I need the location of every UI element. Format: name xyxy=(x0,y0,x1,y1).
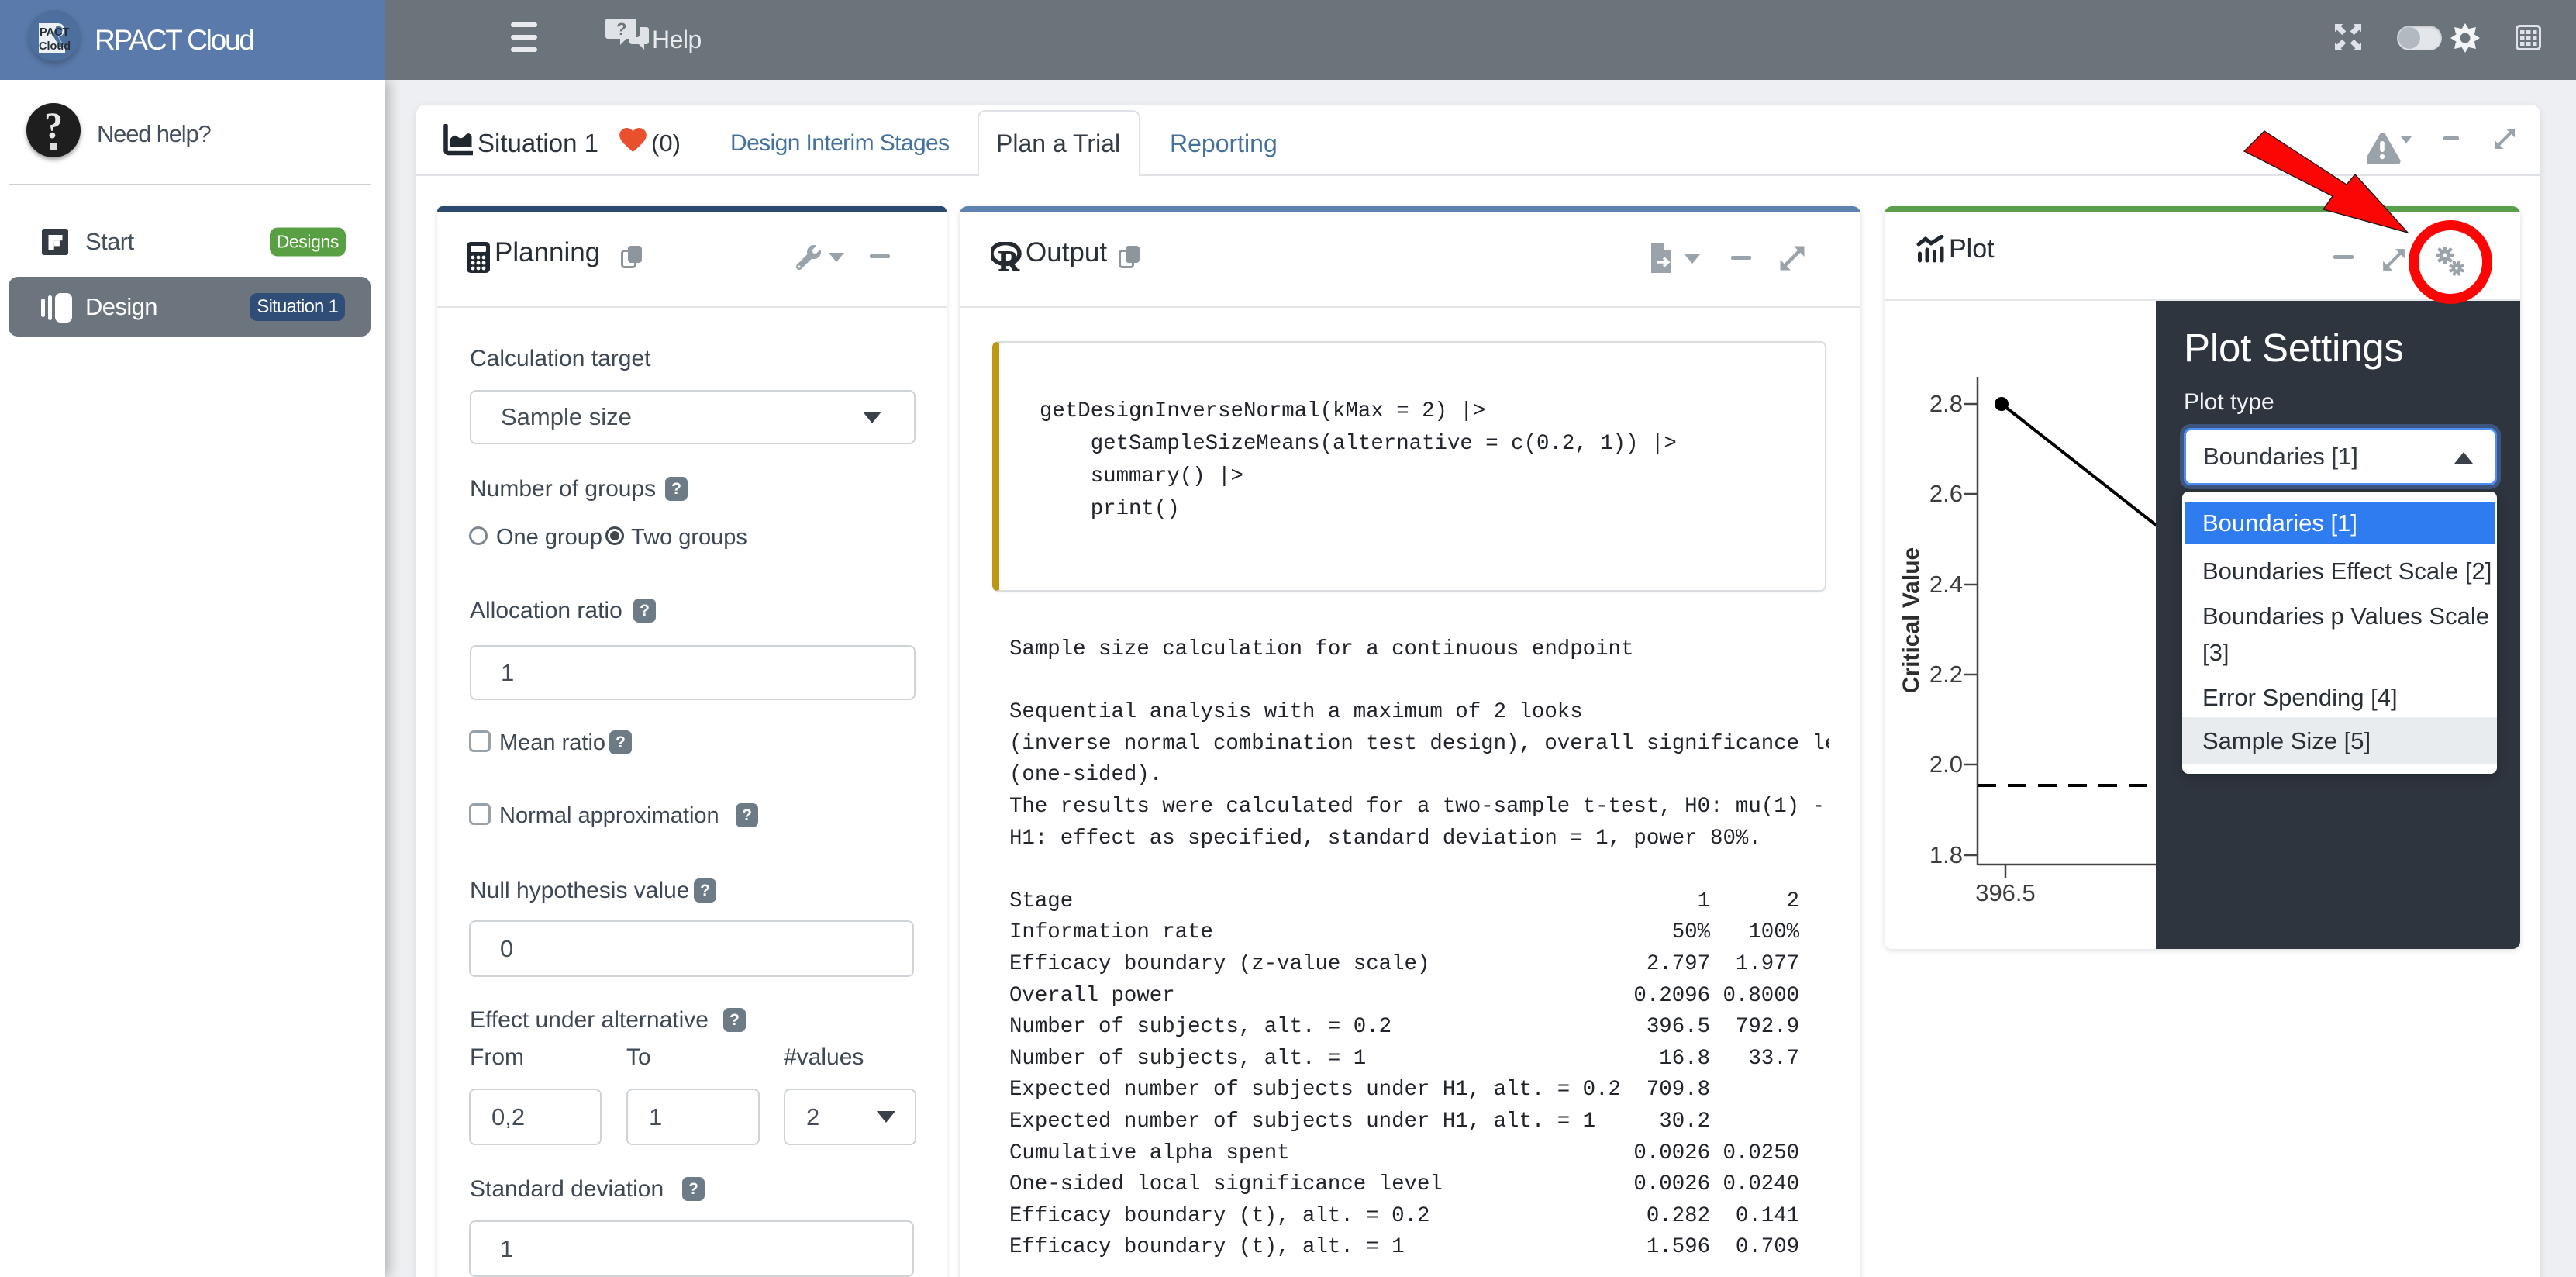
svg-text:Critical Value: Critical Value xyxy=(1898,547,1924,693)
svg-text:2.8: 2.8 xyxy=(1929,390,1963,417)
svg-text:2.4: 2.4 xyxy=(1929,571,1963,598)
svg-text:?: ? xyxy=(616,19,626,39)
svg-text:PACT: PACT xyxy=(40,26,70,39)
svg-text:Cloud: Cloud xyxy=(39,40,71,53)
svg-text:2.0: 2.0 xyxy=(1929,751,1963,778)
svg-text:2.2: 2.2 xyxy=(1929,661,1963,688)
svg-text:R: R xyxy=(998,246,1020,271)
svg-text:2.6: 2.6 xyxy=(1929,480,1963,507)
svg-text:1.8: 1.8 xyxy=(1929,841,1963,868)
svg-text:396.5: 396.5 xyxy=(1975,879,2036,906)
